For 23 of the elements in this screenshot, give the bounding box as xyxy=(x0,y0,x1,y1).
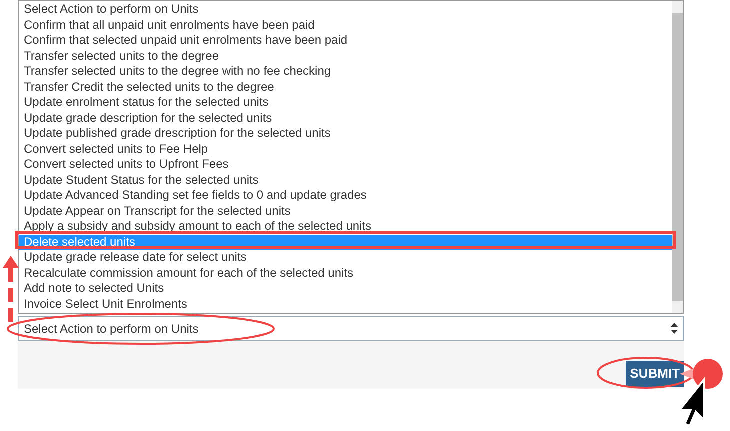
list-option[interactable]: Invoice Select Unit Enrolments xyxy=(19,296,672,312)
action-listbox[interactable] xyxy=(18,0,684,314)
list-option[interactable]: Transfer Credit the selected units to the degree xyxy=(19,80,672,95)
list-option[interactable]: Transfer selected units to the degree with no fee checking xyxy=(19,64,672,80)
list-option[interactable]: Update Appear on Transcript for the selected units xyxy=(19,204,672,219)
list-option[interactable]: Add note to selected Units xyxy=(19,281,672,296)
list-option[interactable]: Update Student Status for the selected units xyxy=(19,172,672,188)
list-option[interactable]: Convert selected units to Fee Help xyxy=(19,142,672,157)
list-option[interactable]: Convert selected units to Upfront Fees xyxy=(19,157,672,172)
list-option[interactable]: Update grade description for the selected units xyxy=(19,110,672,126)
submit-button[interactable]: SUBMIT xyxy=(626,361,684,387)
list-option[interactable]: Select Action to perform on Units xyxy=(19,2,672,18)
list-option[interactable]: Update grade release date for select units xyxy=(19,250,672,266)
list-option[interactable]: Recalculate commission amount for each of the selected units xyxy=(19,266,672,281)
list-option[interactable]: Update enrolment status for the selected units xyxy=(19,95,672,110)
list-option[interactable]: Confirm that all unpaid unit enrolments have been paid xyxy=(19,18,672,33)
list-option[interactable]: Update Advanced Standing set fee fields to 0 and update grades xyxy=(19,188,672,204)
updown-icon xyxy=(671,323,678,334)
list-option[interactable]: Confirm that selected unpaid unit enrolments have been paid xyxy=(19,33,672,48)
list-option[interactable]: Transfer selected units to the degree xyxy=(19,48,672,64)
action-select[interactable]: Select Action to perform on Units xyxy=(18,316,684,341)
list-option[interactable]: Update published grade drescription for the selected units xyxy=(19,126,672,142)
scrollbar[interactable] xyxy=(672,1,683,313)
